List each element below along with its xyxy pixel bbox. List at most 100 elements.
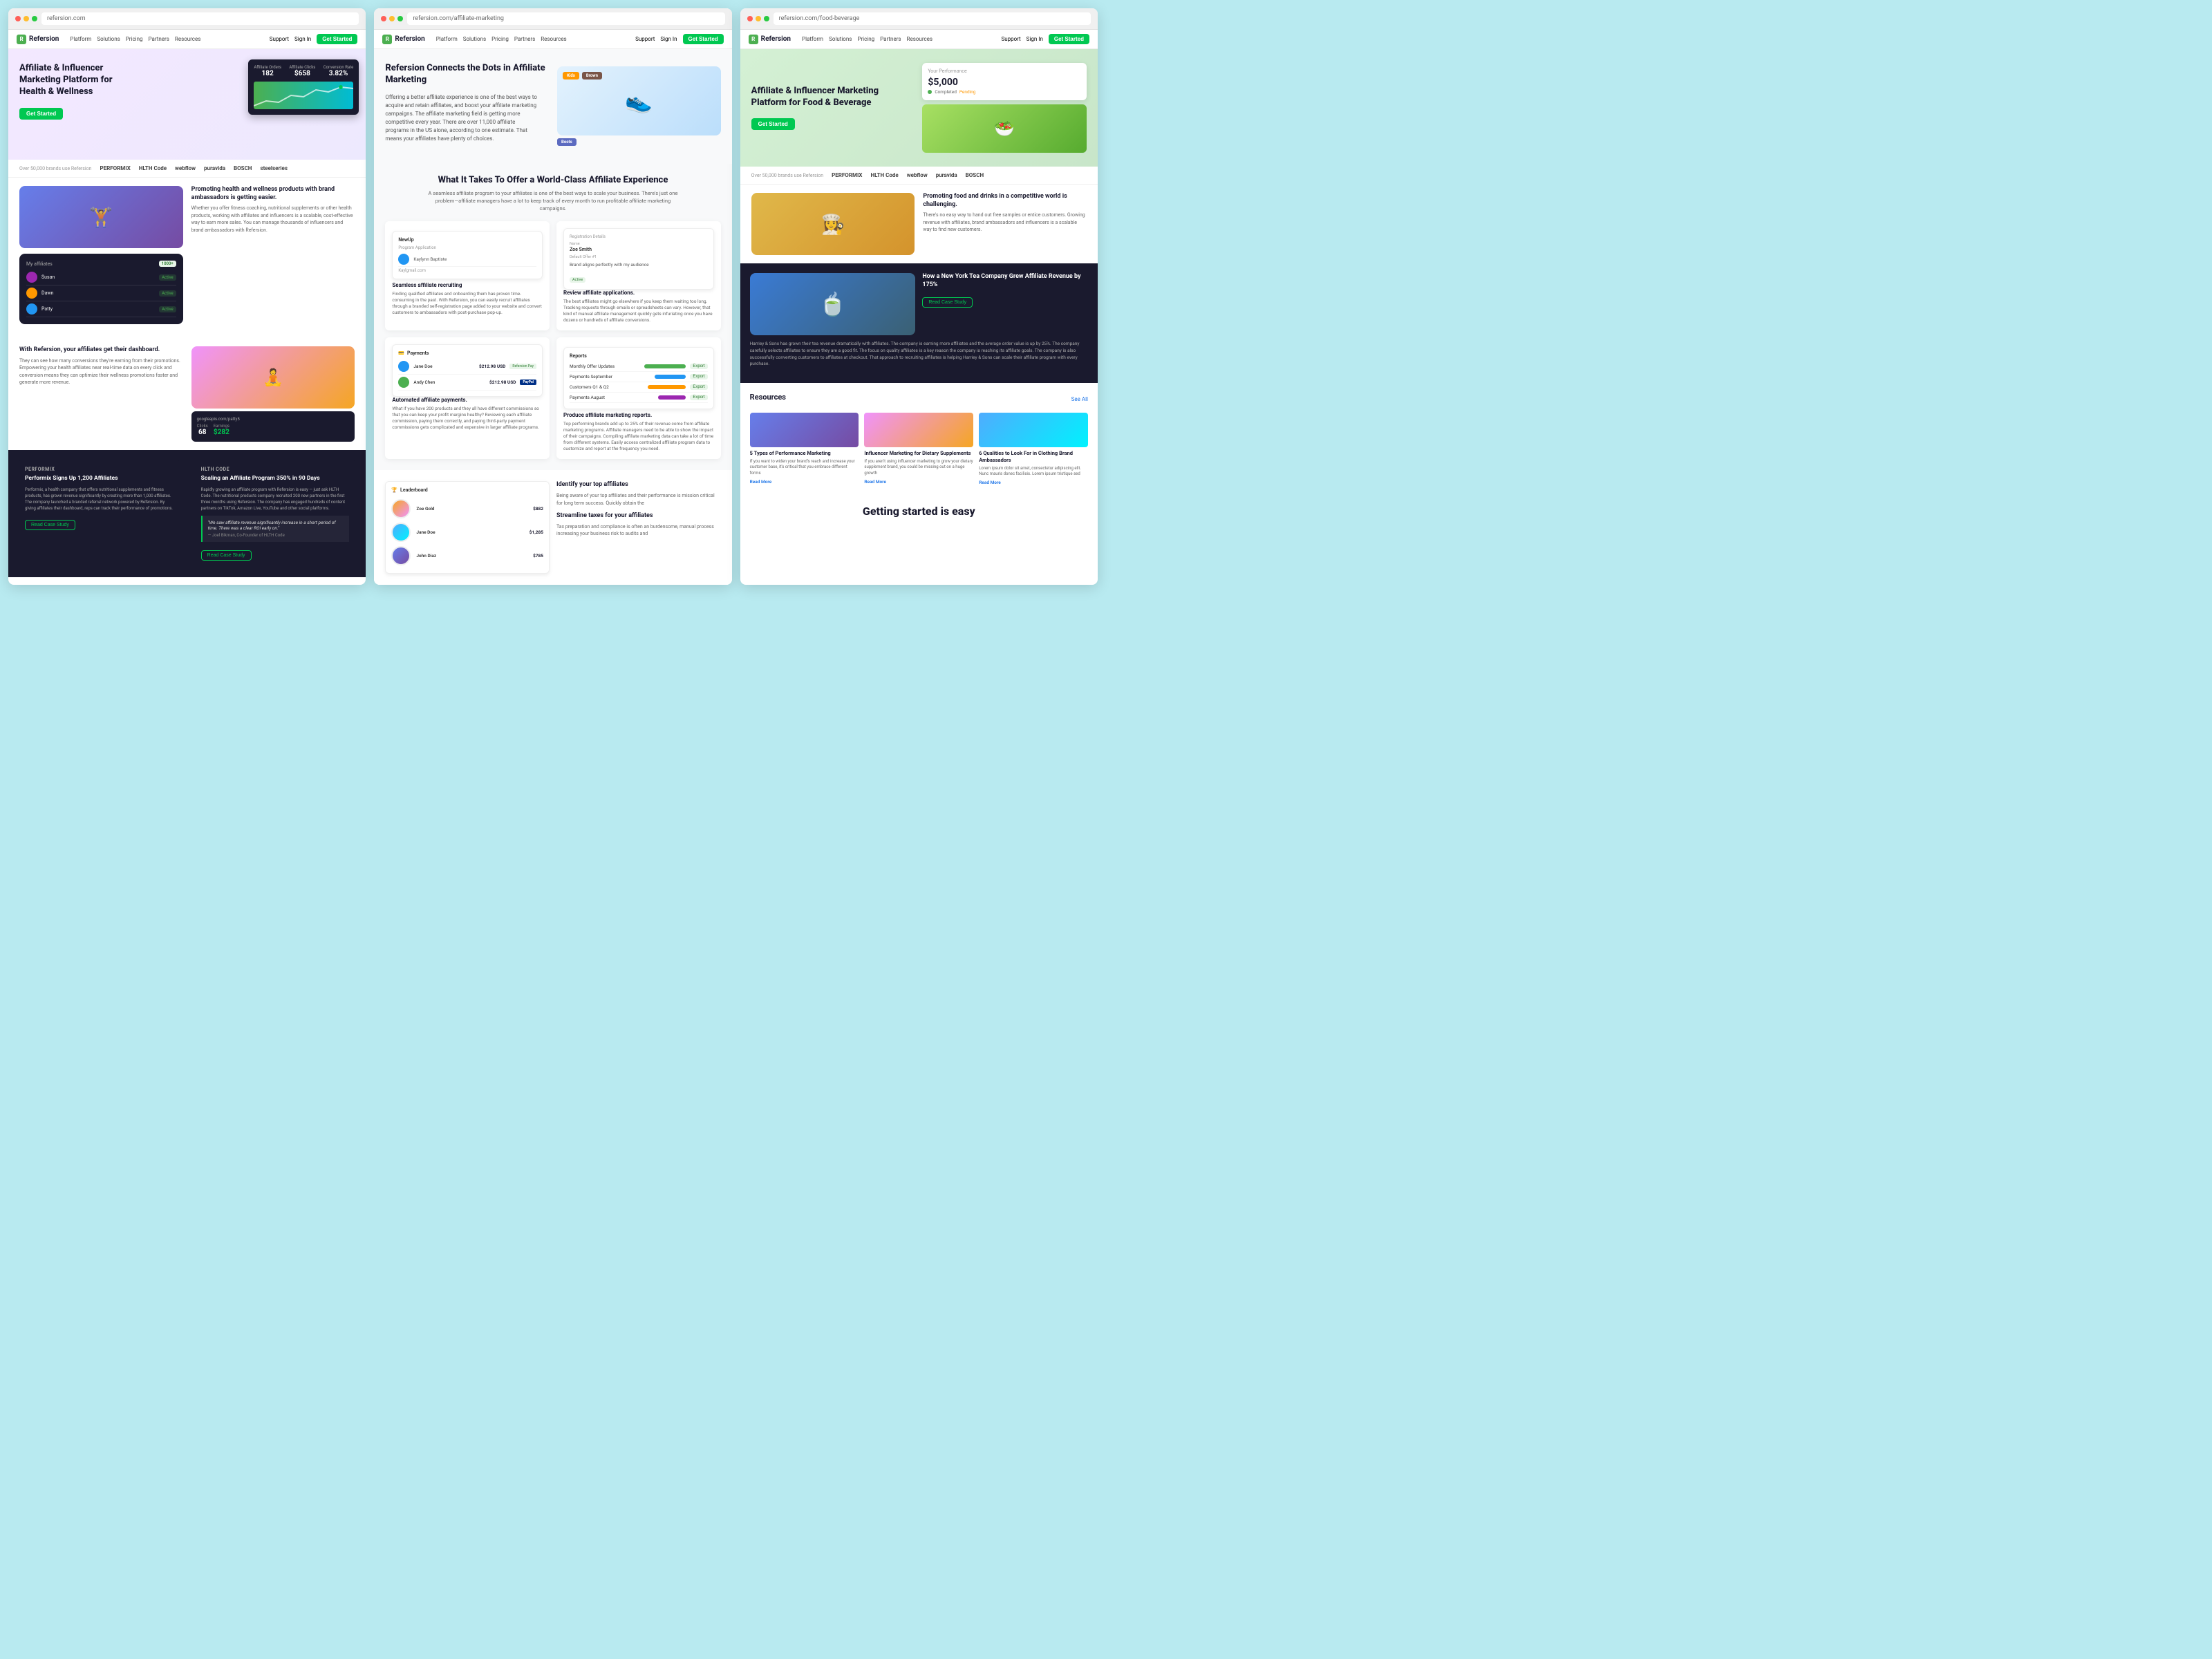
applicant-name: Kaylynn Baptiste <box>413 256 447 262</box>
hero-cta-health[interactable]: Get Started <box>19 108 63 120</box>
resource-read-more-2[interactable]: Read More <box>864 479 973 485</box>
affiliate-status-patty: Active <box>159 306 176 312</box>
hero-food: Affiliate & Influencer Marketing Platfor… <box>740 49 1098 167</box>
section-promoting-health: 🏋️ My affiliates 1000+ Susan Active Dawn <box>8 178 366 338</box>
perf-pending: Pending <box>959 89 976 95</box>
world-class-section: What It Takes To Offer a World-Class Aff… <box>374 164 731 471</box>
maximize-dot-3[interactable] <box>764 16 769 21</box>
feature-health-title: Promoting health and wellness products w… <box>191 186 355 202</box>
report-bar-monthly <box>644 364 686 368</box>
nav-1: R Refersion Platform Solutions Pricing P… <box>8 30 366 49</box>
dash-label-conv: Conversion Rate <box>324 65 354 70</box>
world-class-subtitle: A seamless affiliate program to your aff… <box>422 189 684 213</box>
dash-label-orders: Affiliate Orders <box>254 65 281 70</box>
avatar-dawn <box>26 288 37 299</box>
getting-started-title: Getting started is easy <box>751 505 1087 518</box>
nav-platform-1[interactable]: Platform <box>70 36 91 42</box>
features-grid: NewUp Program Application Kaylynn Baptis… <box>385 221 720 460</box>
maximize-dot[interactable] <box>32 16 37 21</box>
nav-platform-2[interactable]: Platform <box>436 36 458 42</box>
hero-food-cta[interactable]: Get Started <box>751 118 795 130</box>
perf-row: Completed Pending <box>928 89 1081 95</box>
nav-partners-1[interactable]: Partners <box>149 36 169 42</box>
report-btn-customers[interactable]: Export <box>690 384 707 390</box>
report-btn-payments-aug[interactable]: Export <box>690 395 707 400</box>
see-all-link[interactable]: See All <box>1071 396 1088 402</box>
nav-resources-3[interactable]: Resources <box>907 36 932 42</box>
dash-value-orders: 182 <box>254 70 281 77</box>
leaderboard-section: 🏆 Leaderboard Zoe Gold $882 Jane Doe $1,… <box>374 470 731 585</box>
nyc-case-cta[interactable]: Read Case Study <box>922 297 973 308</box>
feature-dashboard-text: With Refersion, your affiliates get thei… <box>19 346 183 442</box>
resources-section: Resources See All 5 Types of Performance… <box>740 383 1098 495</box>
resource-card-3: 6 Qualities to Look For in Clothing Bran… <box>979 413 1088 485</box>
report-btn-monthly[interactable]: Export <box>690 364 707 369</box>
perf-dot <box>928 90 932 94</box>
resource-read-more-1[interactable]: Read More <box>750 479 859 485</box>
dash-chart <box>254 82 353 109</box>
product-tags: Kids Brown <box>563 72 602 79</box>
minimize-dot-3[interactable] <box>756 16 761 21</box>
report-row-monthly: Monthly Offer Updates Export <box>570 362 708 372</box>
lb-amount-zoe: $882 <box>533 506 543 512</box>
nav-partners-2[interactable]: Partners <box>514 36 535 42</box>
nav-pricing-2[interactable]: Pricing <box>491 36 509 42</box>
maximize-dot-2[interactable] <box>397 16 403 21</box>
brand-bosch-1: BOSCH <box>234 165 252 171</box>
resource-card-2: Influencer Marketing for Dietary Supplem… <box>864 413 973 485</box>
nav-pricing-3[interactable]: Pricing <box>857 36 874 42</box>
nav-support-3[interactable]: Support <box>1001 36 1020 42</box>
food-beverage-window: refersion.com/food-beverage R Refersion … <box>740 8 1098 585</box>
affiliate-row-dawn: Dawn Active <box>26 285 176 301</box>
close-dot-3[interactable] <box>747 16 753 21</box>
affiliate-name-patty: Patty <box>41 306 155 312</box>
brands-bar-1: Over 50,000 brands use Refersion PERFORM… <box>8 160 366 178</box>
resource-img-2 <box>864 413 973 447</box>
nav-get-started-2[interactable]: Get Started <box>683 34 724 44</box>
nav-solutions-2[interactable]: Solutions <box>463 36 486 42</box>
resource-read-more-3[interactable]: Read More <box>979 480 1088 485</box>
close-dot-2[interactable] <box>381 16 386 21</box>
close-dot[interactable] <box>15 16 21 21</box>
report-btn-payments-sep[interactable]: Export <box>690 374 707 379</box>
url-bar-2[interactable]: refersion.com/affiliate-marketing <box>407 12 724 25</box>
feature-reports: Reports Monthly Offer Updates Export Pay… <box>556 337 721 459</box>
url-bar-3[interactable]: refersion.com/food-beverage <box>774 12 1091 25</box>
minimize-dot-2[interactable] <box>389 16 395 21</box>
feature-dashboard-title: With Refersion, your affiliates get thei… <box>19 346 183 355</box>
nav-solutions-1[interactable]: Solutions <box>97 36 120 42</box>
payment-amount-andy: $212.98 USD <box>489 379 516 385</box>
payment-name-jane: Jane Doe <box>413 364 475 369</box>
dashboard-mock-health: Affiliate Orders 182 Affiliate Clicks $6… <box>248 59 359 115</box>
kitchen-photo: 👩‍🍳 <box>751 193 915 255</box>
nav-platform-3[interactable]: Platform <box>802 36 823 42</box>
brands-label-3: Over 50,000 brands use Refersion <box>751 173 823 178</box>
nav-pricing-1[interactable]: Pricing <box>126 36 143 42</box>
nav-signin-2[interactable]: Sign In <box>660 36 677 42</box>
url-bar-1[interactable]: refersion.com <box>41 12 359 25</box>
minimize-dot[interactable] <box>24 16 29 21</box>
nav-support-2[interactable]: Support <box>635 36 655 42</box>
hero-food-title: Affiliate & Influencer Marketing Platfor… <box>751 86 916 109</box>
nav-resources-1[interactable]: Resources <box>175 36 200 42</box>
nav-support-1[interactable]: Support <box>270 36 289 42</box>
feature-applications-title: Review affiliate applications. <box>563 290 714 296</box>
nav-resources-2[interactable]: Resources <box>541 36 566 42</box>
leaderboard-row-jane: Jane Doe $1,285 <box>391 521 543 544</box>
payments-title: 💳 Payments <box>398 350 536 356</box>
nav-signin-3[interactable]: Sign In <box>1027 36 1043 42</box>
report-customers: Customers Q1 & Q2 <box>570 384 644 390</box>
performix-cta[interactable]: Read Case Study <box>25 520 75 530</box>
nav-get-started-3[interactable]: Get Started <box>1049 34 1089 44</box>
feature-food-text: Promoting food and drinks in a competiti… <box>923 193 1087 255</box>
nav-2: R Refersion Platform Solutions Pricing P… <box>374 30 731 49</box>
nav-get-started-1[interactable]: Get Started <box>317 34 357 44</box>
nav-solutions-3[interactable]: Solutions <box>829 36 852 42</box>
resource-title-1: 5 Types of Performance Marketing <box>750 450 859 457</box>
nav-signin-1[interactable]: Sign In <box>294 36 311 42</box>
affiliate-name-susan: Susan <box>41 274 155 280</box>
feature-recruiting: NewUp Program Application Kaylynn Baptis… <box>385 221 550 330</box>
hlth-cta[interactable]: Read Case Study <box>201 550 252 561</box>
dash-header: Affiliate Orders 182 Affiliate Clicks $6… <box>254 65 353 77</box>
nav-partners-3[interactable]: Partners <box>880 36 901 42</box>
